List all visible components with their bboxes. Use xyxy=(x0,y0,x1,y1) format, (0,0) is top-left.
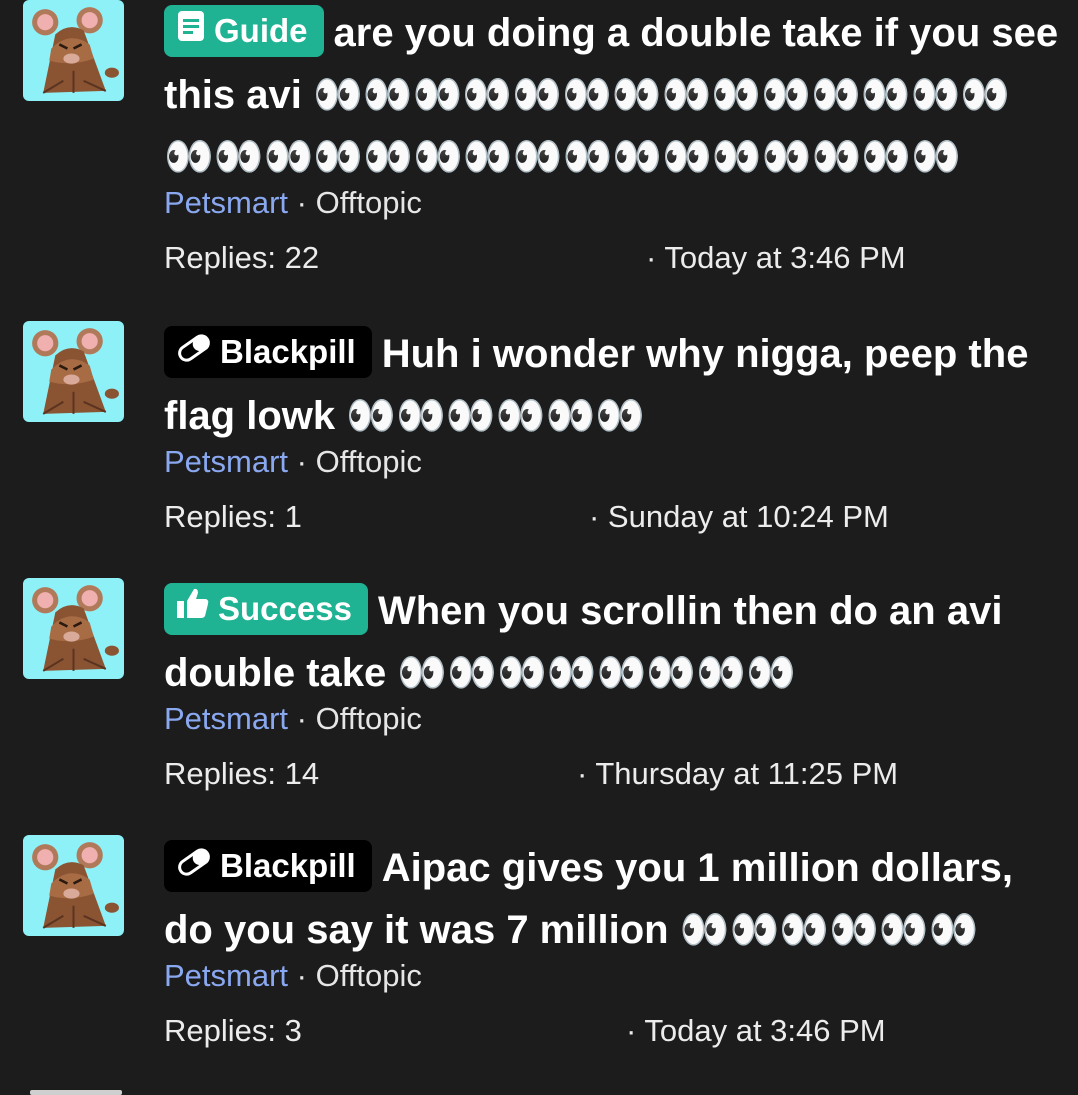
last-post-date[interactable]: · Sunday at 10:24 PM xyxy=(589,494,889,540)
author-link[interactable]: Petsmart xyxy=(164,958,288,993)
separator: · xyxy=(296,701,307,736)
avatar[interactable] xyxy=(23,321,124,422)
last-post-date[interactable]: · Today at 3:46 PM xyxy=(646,235,906,281)
prefix-badge-blackpill[interactable]: Blackpill xyxy=(164,840,372,893)
thread-title[interactable]: Guide are you doing a double take if you … xyxy=(164,2,1059,188)
forum-link[interactable]: Offtopic xyxy=(316,444,422,479)
prefix-label: Success xyxy=(218,590,352,628)
thread-title[interactable]: Blackpill Huh i wonder why nigga, peep th… xyxy=(164,323,1059,447)
author-link[interactable]: Petsmart xyxy=(164,185,288,220)
prefix-label: Guide xyxy=(214,12,308,50)
replies-count: Replies: 3 xyxy=(164,1013,302,1048)
avatar[interactable] xyxy=(23,835,124,936)
last-post-date[interactable]: · Thursday at 11:25 PM xyxy=(577,751,898,797)
rat-avatar-icon xyxy=(32,585,119,672)
thread-stats: Replies: 1 · Sunday at 10:24 PM xyxy=(164,494,1059,540)
separator: · xyxy=(296,185,307,220)
replies-count: Replies: 22 xyxy=(164,240,320,275)
rat-avatar-icon xyxy=(32,328,119,415)
thread-stats: Replies: 14 · Thursday at 11:25 PM xyxy=(164,751,1059,797)
author-link[interactable]: Petsmart xyxy=(164,444,288,479)
prefix-badge-guide[interactable]: Guide xyxy=(164,5,324,58)
avatar[interactable] xyxy=(23,0,124,101)
replies-count: Replies: 14 xyxy=(164,756,320,791)
next-avatar-edge xyxy=(30,1090,122,1095)
forum-link[interactable]: Offtopic xyxy=(316,701,422,736)
prefix-label: Blackpill xyxy=(220,333,356,371)
avatar[interactable] xyxy=(23,578,124,679)
prefix-badge-success[interactable]: Success xyxy=(164,583,368,636)
eyes-emoji-row: 👀👀👀👀👀👀👀👀 xyxy=(397,651,796,695)
last-post-date[interactable]: · Today at 3:46 PM xyxy=(626,1008,886,1054)
author-link[interactable]: Petsmart xyxy=(164,701,288,736)
eyes-emoji-row: 👀👀👀👀👀👀 xyxy=(679,908,979,952)
eyes-emoji-row: 👀👀👀👀👀👀 xyxy=(346,394,646,438)
forum-link[interactable]: Offtopic xyxy=(316,185,422,220)
separator: · xyxy=(296,958,307,993)
thumbs-up-icon xyxy=(176,583,210,635)
forum-link[interactable]: Offtopic xyxy=(316,958,422,993)
book-icon xyxy=(176,5,206,57)
separator: · xyxy=(296,444,307,479)
prefix-badge-blackpill[interactable]: Blackpill xyxy=(164,326,372,379)
replies-count: Replies: 1 xyxy=(164,499,302,534)
rat-avatar-icon xyxy=(32,842,119,929)
rat-avatar-icon xyxy=(32,7,119,94)
thread-stats: Replies: 22 · Today at 3:46 PM xyxy=(164,235,1059,281)
pill-icon xyxy=(176,840,212,892)
prefix-label: Blackpill xyxy=(220,847,356,885)
thread-stats: Replies: 3 · Today at 3:46 PM xyxy=(164,1008,1059,1054)
thread-title[interactable]: Blackpill Aipac gives you 1 million dolla… xyxy=(164,837,1059,961)
thread-title[interactable]: Success When you scrollin then do an avi … xyxy=(164,580,1059,704)
pill-icon xyxy=(176,326,212,378)
